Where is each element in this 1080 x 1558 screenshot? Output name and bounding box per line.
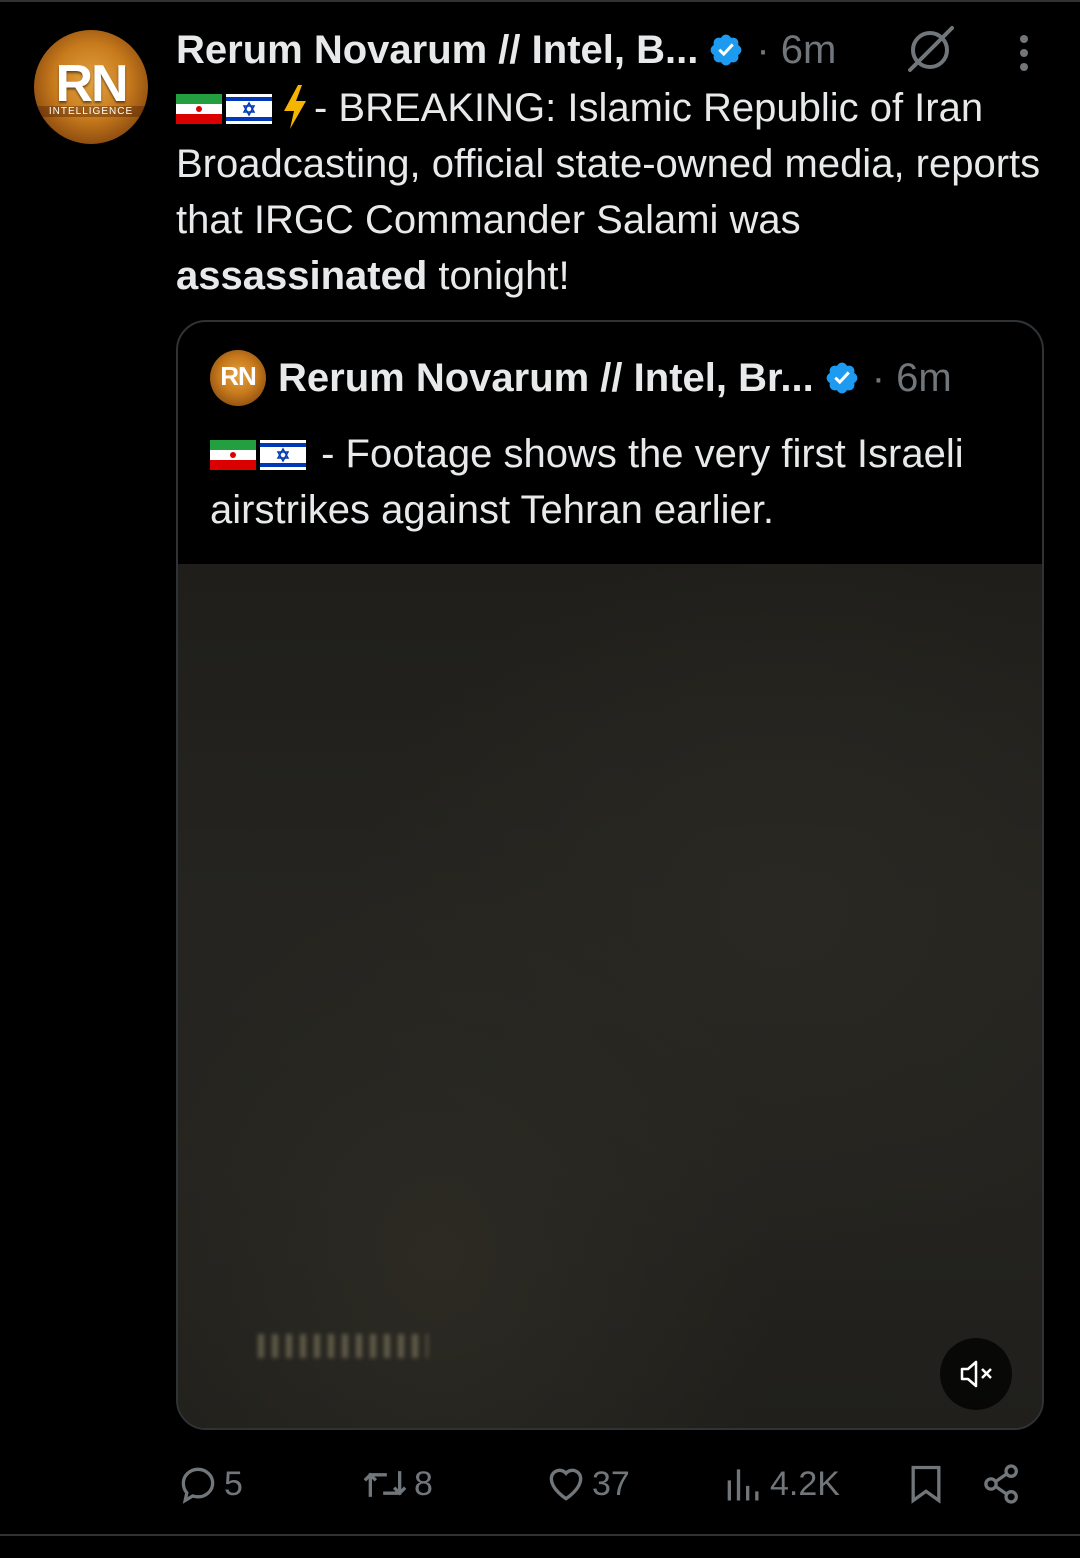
tweet-text-end: tonight! — [427, 254, 570, 298]
mute-icon — [960, 1360, 992, 1388]
author-name[interactable]: Rerum Novarum // Intel, B... — [176, 28, 698, 73]
share-button[interactable] — [980, 1456, 1028, 1512]
bookmark-icon — [911, 1465, 941, 1504]
video-frame-lights — [258, 1334, 428, 1358]
like-count: 37 — [592, 1464, 630, 1503]
mute-button[interactable] — [940, 1338, 1012, 1410]
share-icon — [984, 1464, 1018, 1504]
tweet-header: Rerum Novarum // Intel, B... · 6m — [176, 24, 836, 76]
quote-text-body: - Footage shows the very first Israeli a… — [210, 432, 964, 532]
quote-author-name: Rerum Novarum // Intel, Br... — [278, 355, 814, 400]
avatar-initials: RN — [55, 55, 128, 113]
quote-time: · 6m — [871, 355, 952, 400]
tweet-text: - BREAKING: Islamic Republic of Iran Bro… — [176, 80, 1046, 304]
repost-icon — [363, 1471, 407, 1497]
repost-button[interactable]: 8 — [360, 1456, 433, 1512]
quote-text: - Footage shows the very first Israeli a… — [210, 426, 1020, 538]
lightning-icon — [284, 85, 306, 129]
quote-avatar-initials: RN — [220, 361, 257, 391]
views-icon — [727, 1469, 759, 1501]
reply-button[interactable]: 5 — [176, 1456, 243, 1512]
top-divider — [0, 0, 1080, 2]
israel-flag-icon — [226, 94, 272, 124]
repost-count: 8 — [414, 1464, 433, 1503]
iran-flag-icon — [176, 94, 222, 124]
bookmark-button[interactable] — [904, 1456, 952, 1512]
views-count: 4.2K — [770, 1464, 840, 1503]
tweet-text-bold: assassinated — [176, 254, 428, 298]
verified-badge-icon — [710, 34, 742, 66]
quote-avatar: RN — [210, 350, 266, 406]
tweet-time[interactable]: · 6m — [756, 28, 836, 73]
quoted-tweet[interactable]: RN Rerum Novarum // Intel, Br... · 6m - … — [176, 320, 1044, 1430]
like-icon — [549, 1468, 583, 1501]
more-icon[interactable] — [1014, 34, 1034, 72]
grok-icon[interactable] — [904, 24, 956, 74]
quote-header: RN Rerum Novarum // Intel, Br... · 6m — [210, 350, 952, 406]
like-button[interactable]: 37 — [544, 1456, 630, 1512]
video-player[interactable] — [178, 564, 1042, 1428]
quote-verified-badge-icon — [826, 362, 858, 394]
quote-iran-flag-icon — [210, 440, 256, 470]
reply-icon — [181, 1467, 215, 1504]
author-avatar[interactable]: RN INTELLIGENCE — [34, 30, 148, 144]
action-bar: 5 8 37 4.2K — [176, 1456, 1046, 1512]
avatar-tagline: INTELLIGENCE — [38, 106, 144, 117]
reply-count: 5 — [224, 1464, 243, 1503]
views-button[interactable]: 4.2K — [722, 1456, 840, 1512]
quote-israel-flag-icon — [260, 440, 306, 470]
bottom-divider — [0, 1534, 1080, 1536]
